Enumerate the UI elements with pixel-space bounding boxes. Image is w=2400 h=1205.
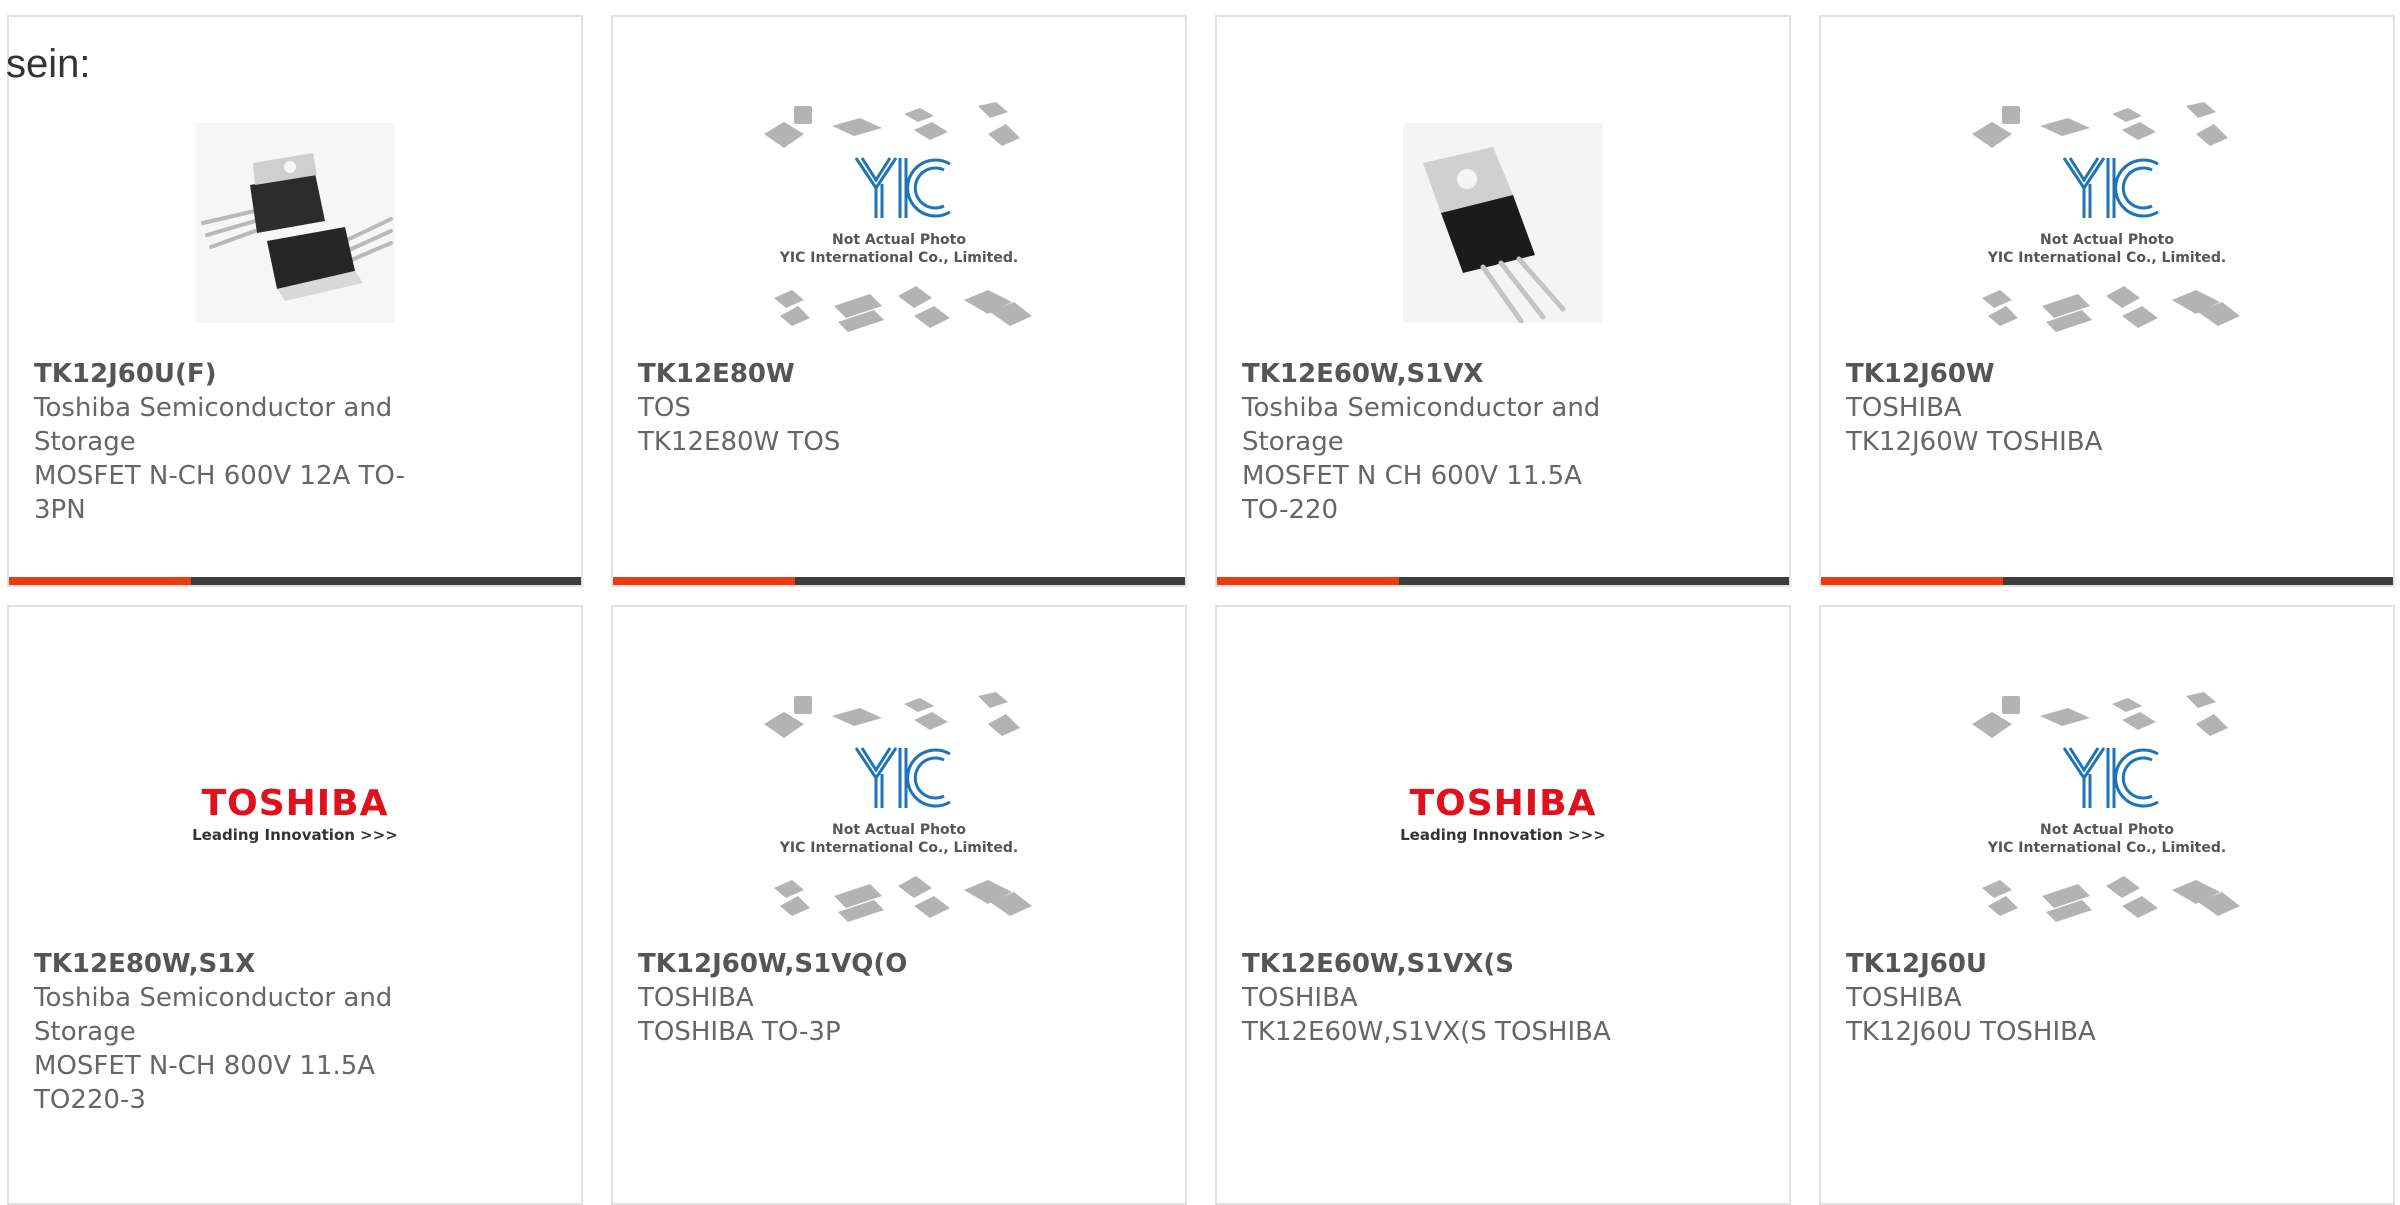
product-info: TK12J60W,S1VQ(O TOSHIBA TOSHIBA TO-3P [638,947,1018,1049]
manufacturer: Toshiba Semiconductor and Storage [34,393,393,457]
product-card[interactable]: Not Actual Photo YIC International Co., … [1819,15,2395,587]
product-info: TK12E80W TOS TK12E80W TOS [638,357,1018,459]
product-card[interactable]: TOSHIBA Leading Innovation >>> TK12E80W,… [7,605,583,1205]
product-image[interactable]: Not Actual Photo YIC International Co., … [1821,83,2393,363]
placeholder-line1: Not Actual Photo [832,822,966,838]
part-number[interactable]: TK12J60U [1846,947,2226,981]
manufacturer: TOS [638,393,691,423]
card-accent [9,577,191,585]
product-info: TK12J60U(F) Toshiba Semiconductor and St… [34,357,414,527]
part-number[interactable]: TK12E80W,S1X [34,947,414,981]
part-number[interactable]: TK12J60U(F) [34,357,414,391]
placeholder-line2: YIC International Co., Limited. [1987,250,2226,266]
card-accent [1217,577,1399,585]
manufacturer: TOSHIBA [1242,983,1358,1013]
description: TK12J60W TOSHIBA [1846,427,2103,457]
placeholder-line1: Not Actual Photo [2040,232,2174,248]
yic-placeholder-image: Not Actual Photo YIC International Co., … [764,692,1032,922]
toshiba-logo-tagline: Leading Innovation >>> [1400,825,1606,844]
product-image[interactable] [9,83,581,363]
product-info: TK12E60W,S1VX(S TOSHIBA TK12E60W,S1VX(S … [1242,947,1622,1049]
product-card[interactable]: Not Actual Photo YIC International Co., … [1819,605,2395,1205]
toshiba-logo-tagline: Leading Innovation >>> [192,825,398,844]
description: TK12E80W TOS [638,427,841,457]
part-number[interactable]: TK12E80W [638,357,1018,391]
manufacturer: Toshiba Semiconductor and Storage [34,983,393,1047]
placeholder-line2: YIC International Co., Limited. [779,250,1018,266]
card-accent [613,577,795,585]
manufacturer: TOSHIBA [1846,983,1962,1013]
product-grid: TK12J60U(F) Toshiba Semiconductor and St… [0,0,2400,1205]
product-card[interactable]: TK12E60W,S1VX Toshiba Semiconductor and … [1215,15,1791,587]
description: TK12E60W,S1VX(S TOSHIBA [1242,1017,1611,1047]
yic-placeholder-image: Not Actual Photo YIC International Co., … [1972,692,2240,922]
description: MOSFET N-CH 600V 12A TO-3PN [34,461,405,525]
product-image[interactable]: TOSHIBA Leading Innovation >>> [1217,673,1789,953]
product-info: TK12J60W TOSHIBA TK12J60W TOSHIBA [1846,357,2226,459]
part-number[interactable]: TK12J60W,S1VQ(O [638,947,1018,981]
card-accent [1821,577,2003,585]
part-number[interactable]: TK12E60W,S1VX [1242,357,1622,391]
product-card[interactable]: Not Actual Photo YIC International Co., … [611,15,1187,587]
product-info: TK12E60W,S1VX Toshiba Semiconductor and … [1242,357,1622,527]
product-image[interactable]: Not Actual Photo YIC International Co., … [613,83,1185,363]
description: TOSHIBA TO-3P [638,1017,841,1047]
product-image[interactable]: Not Actual Photo YIC International Co., … [613,673,1185,953]
product-card[interactable]: TK12J60U(F) Toshiba Semiconductor and St… [7,15,583,587]
yic-placeholder-image: Not Actual Photo YIC International Co., … [764,102,1032,332]
product-card[interactable]: TOSHIBA Leading Innovation >>> TK12E60W,… [1215,605,1791,1205]
card-bottom-bar [9,577,581,585]
placeholder-line1: Not Actual Photo [832,232,966,248]
toshiba-logo-word: TOSHIBA [1409,782,1597,824]
manufacturer: Toshiba Semiconductor and Storage [1242,393,1601,457]
intro-text: sein: [6,42,91,86]
card-bottom-bar [1821,577,2393,585]
mosfet-to3pn-photo [195,123,395,323]
yic-placeholder-image: Not Actual Photo YIC International Co., … [1972,102,2240,332]
description: MOSFET N CH 600V 11.5A TO-220 [1242,461,1582,525]
product-image[interactable]: TOSHIBA Leading Innovation >>> [9,673,581,953]
part-number[interactable]: TK12J60W [1846,357,2226,391]
toshiba-logo: TOSHIBA Leading Innovation >>> [1400,783,1606,844]
manufacturer: TOSHIBA [638,983,754,1013]
manufacturer: TOSHIBA [1846,393,1962,423]
part-number[interactable]: TK12E60W,S1VX(S [1242,947,1622,981]
placeholder-line2: YIC International Co., Limited. [1987,840,2226,856]
card-bottom-bar [613,577,1185,585]
product-image[interactable]: Not Actual Photo YIC International Co., … [1821,673,2393,953]
product-info: TK12E80W,S1X Toshiba Semiconductor and S… [34,947,414,1117]
toshiba-logo-word: TOSHIBA [201,782,389,824]
description: TK12J60U TOSHIBA [1846,1017,2096,1047]
card-bottom-bar [1217,577,1789,585]
product-image[interactable] [1217,83,1789,363]
to220-photo [1403,123,1603,323]
placeholder-line1: Not Actual Photo [2040,822,2174,838]
toshiba-logo: TOSHIBA Leading Innovation >>> [192,783,398,844]
description: MOSFET N-CH 800V 11.5A TO220-3 [34,1051,376,1115]
product-card[interactable]: Not Actual Photo YIC International Co., … [611,605,1187,1205]
placeholder-line2: YIC International Co., Limited. [779,840,1018,856]
product-info: TK12J60U TOSHIBA TK12J60U TOSHIBA [1846,947,2226,1049]
